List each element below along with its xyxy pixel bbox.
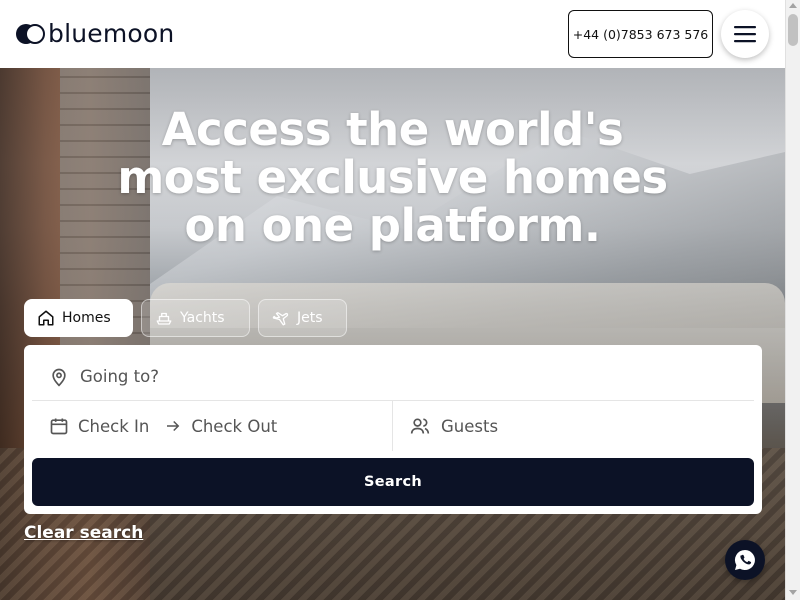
- hamburger-menu-icon: [734, 26, 756, 43]
- tab-yachts[interactable]: Yachts: [141, 299, 250, 337]
- yacht-icon: [154, 308, 174, 328]
- tab-jets[interactable]: Jets: [258, 299, 347, 337]
- bluemoon-logo[interactable]: bluemoon: [16, 20, 174, 48]
- calendar-icon: [48, 415, 70, 437]
- date-range-field[interactable]: Check In Check Out: [32, 401, 393, 451]
- check-out-label[interactable]: Check Out: [191, 417, 277, 436]
- site-header: bluemoon +44 (0)7853 673 576: [0, 0, 785, 68]
- scroll-up-arrow-icon[interactable]: [789, 3, 797, 8]
- scroll-thumb[interactable]: [788, 14, 798, 46]
- whatsapp-button[interactable]: [725, 540, 765, 580]
- search-card: Going to? Check In Check Out Guests Sear…: [24, 345, 762, 514]
- guests-field[interactable]: Guests: [393, 401, 754, 451]
- tab-homes[interactable]: Homes: [24, 299, 133, 337]
- search-button[interactable]: Search: [32, 458, 754, 506]
- scroll-down-arrow-icon[interactable]: [789, 590, 797, 595]
- users-icon: [409, 415, 431, 437]
- clear-search-link[interactable]: Clear search: [24, 523, 143, 543]
- whatsapp-icon: [735, 550, 755, 570]
- page-scrollbar[interactable]: [785, 0, 800, 600]
- moon-logo-icon: [16, 22, 45, 46]
- tab-jets-label: Jets: [297, 310, 323, 326]
- phone-number-button[interactable]: +44 (0)7853 673 576: [568, 10, 713, 58]
- tab-homes-label: Homes: [62, 310, 111, 326]
- home-icon: [36, 308, 56, 328]
- destination-placeholder: Going to?: [80, 367, 159, 386]
- hero-headline: Access the world's most exclusive homes …: [117, 103, 668, 252]
- logo-text: bluemoon: [48, 19, 175, 48]
- hero-section: Access the world's most exclusive homes …: [0, 68, 785, 600]
- tab-yachts-label: Yachts: [180, 310, 225, 326]
- check-in-label[interactable]: Check In: [78, 417, 149, 436]
- location-pin-icon: [48, 366, 70, 388]
- guests-label: Guests: [441, 416, 499, 436]
- arrow-right-icon: [163, 416, 183, 436]
- destination-input[interactable]: Going to?: [32, 353, 754, 401]
- plane-icon: [271, 308, 291, 328]
- menu-button[interactable]: [721, 10, 769, 58]
